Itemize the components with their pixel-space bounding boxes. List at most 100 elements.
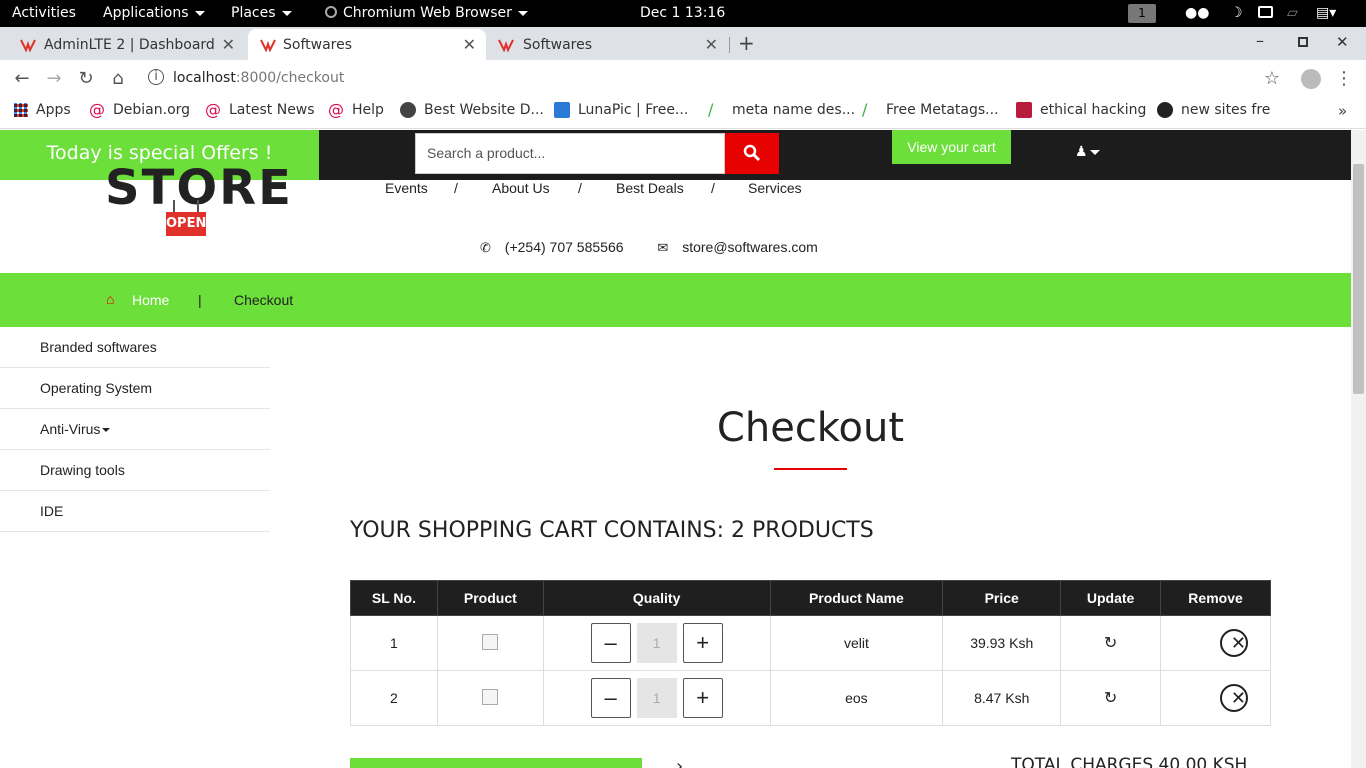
applications-label: Applications: [103, 5, 189, 21]
workspace-indicator[interactable]: 1: [1128, 4, 1156, 23]
star-icon[interactable]: ☆: [1261, 68, 1283, 90]
bookmark-lunapic[interactable]: LunaPic | Free...: [554, 102, 688, 118]
remove-cell: ✕: [1160, 670, 1271, 726]
scrollbar-thumb[interactable]: [1353, 164, 1364, 394]
bookmark-label: Best Website D...: [424, 102, 544, 118]
bookmark-label: ethical hacking: [1040, 102, 1147, 118]
close-window-icon[interactable]: ✕: [1336, 33, 1349, 51]
night-mode-icon[interactable]: ☽: [1230, 5, 1243, 21]
home-icon[interactable]: ⌂: [107, 68, 129, 90]
breadcrumb-home[interactable]: Home: [132, 292, 169, 308]
view-cart-button[interactable]: View your cart: [892, 130, 1011, 164]
tab-softwares[interactable]: Softwares ✕: [488, 29, 728, 60]
bookmark-ethical-hacking[interactable]: ethical hacking: [1016, 102, 1146, 118]
new-tab-icon[interactable]: +: [738, 31, 755, 55]
sidebar-item-label: Anti-Virus: [40, 421, 101, 437]
forward-icon[interactable]: →: [43, 68, 65, 90]
maximize-icon[interactable]: [1298, 37, 1308, 47]
bookmark-new-sites[interactable]: new sites fre: [1157, 102, 1270, 118]
broken-image-icon: [482, 688, 499, 705]
bookmark-debian[interactable]: @ Debian.org: [89, 102, 190, 119]
chevron-down-icon: [102, 428, 111, 433]
home-icon: ⌂: [106, 291, 115, 307]
bookmark-apps[interactable]: Apps: [14, 102, 71, 118]
clock[interactable]: Dec 1 13:16: [640, 5, 725, 21]
sidebar-item-ide[interactable]: IDE: [0, 491, 270, 532]
col-price: Price: [942, 580, 1062, 616]
sidebar-item-drawing-tools[interactable]: Drawing tools: [0, 450, 270, 491]
site-favicon-icon: [260, 39, 276, 52]
globe-icon: [400, 102, 416, 118]
bookmark-best-website[interactable]: Best Website D...: [400, 102, 544, 118]
sidebar-item-operating-system[interactable]: Operating System: [0, 368, 270, 409]
tab-title: Softwares: [283, 36, 353, 53]
email-address[interactable]: store@softwares.com: [682, 239, 818, 255]
search-button[interactable]: [725, 133, 779, 174]
volume-icon[interactable]: ▱: [1287, 5, 1298, 21]
menu-kebab-icon[interactable]: ⋮: [1333, 68, 1355, 90]
info-icon[interactable]: i: [148, 69, 164, 85]
breadcrumb: ⌂ Home | Checkout: [0, 273, 1351, 327]
refresh-icon[interactable]: ↻: [1104, 635, 1117, 652]
bookmark-help[interactable]: @ Help: [328, 102, 384, 119]
back-icon[interactable]: ←: [11, 68, 33, 90]
activities-button[interactable]: Activities: [12, 5, 76, 21]
debian-swirl-icon: @: [205, 100, 221, 119]
nav-events[interactable]: Events: [385, 180, 428, 196]
nav-services[interactable]: Services: [748, 180, 802, 196]
slash-icon: /: [708, 100, 714, 119]
remove-circle-x-icon[interactable]: ✕: [1220, 684, 1248, 712]
bookmarks-bar: Apps @ Debian.org @ Latest News @ Help B…: [0, 98, 1366, 129]
search-icon: [743, 144, 761, 162]
table-row: 2 –1 + eos 8.47 Ksh ↻ ✕: [350, 670, 1271, 726]
profile-avatar-icon[interactable]: [1301, 69, 1321, 89]
bookmarks-overflow-icon[interactable]: »: [1338, 102, 1347, 120]
chevron-right-icon[interactable]: ›: [676, 756, 683, 768]
quantity-field[interactable]: 1: [636, 678, 677, 718]
sidebar-item-branded-softwares[interactable]: Branded softwares: [0, 327, 270, 368]
refresh-icon[interactable]: ↻: [1104, 690, 1117, 707]
people-icon[interactable]: ●●: [1185, 5, 1209, 21]
nav-separator: /: [578, 180, 582, 196]
browser-tab-strip: AdminLTE 2 | Dashboard ✕ Softwares ✕ Sof…: [0, 27, 1366, 60]
category-sidebar: Branded softwares Operating System Anti-…: [0, 327, 270, 532]
product-image-cell: [436, 615, 544, 671]
increase-quantity-button[interactable]: +: [682, 678, 723, 718]
increase-quantity-button[interactable]: +: [682, 623, 723, 663]
continue-shopping-button[interactable]: [350, 758, 642, 768]
display-icon[interactable]: [1258, 6, 1273, 18]
quantity-field[interactable]: 1: [636, 623, 677, 663]
close-icon[interactable]: ✕: [222, 35, 235, 54]
decrease-quantity-button[interactable]: –: [590, 623, 631, 663]
close-icon[interactable]: ✕: [705, 35, 718, 54]
search-input[interactable]: Search a product...: [415, 133, 725, 174]
address-bar[interactable]: localhost:8000/checkout: [173, 70, 344, 86]
minimize-icon[interactable]: –: [1256, 31, 1264, 50]
remove-circle-x-icon[interactable]: ✕: [1220, 629, 1248, 657]
tab-adminlte[interactable]: AdminLTE 2 | Dashboard ✕: [0, 29, 245, 60]
phone-number: (+254) 707 585566: [504, 239, 624, 255]
url-host: localhost: [173, 70, 236, 86]
nav-best-deals[interactable]: Best Deals: [616, 180, 684, 196]
update-cell: ↻: [1060, 615, 1162, 671]
bookmark-latest-news[interactable]: @ Latest News: [205, 100, 315, 119]
tab-softwares-active[interactable]: Softwares ✕: [248, 29, 486, 60]
remove-cell: ✕: [1160, 615, 1271, 671]
reload-icon[interactable]: ↻: [75, 68, 97, 90]
browser-app-menu[interactable]: Chromium Web Browser: [325, 5, 528, 21]
system-menu-icon[interactable]: ▤▾: [1316, 5, 1336, 21]
close-icon[interactable]: ✕: [463, 35, 476, 54]
cart-heading: YOUR SHOPPING CART CONTAINS: 2 PRODUCTS: [350, 518, 874, 543]
applications-menu[interactable]: Applications: [103, 5, 205, 21]
decrease-quantity-button[interactable]: –: [590, 678, 631, 718]
bookmark-free-metatags[interactable]: / Free Metatags...: [862, 102, 999, 119]
product-name-cell: eos: [769, 670, 944, 726]
system-top-bar: Activities Applications Places Chromium …: [0, 0, 1366, 27]
places-menu[interactable]: Places: [231, 5, 292, 21]
sidebar-item-anti-virus[interactable]: Anti-Virus: [0, 409, 270, 450]
browser-label: Chromium Web Browser: [343, 5, 512, 21]
web-page: Today is special Offers ! Search a produ…: [0, 130, 1351, 768]
nav-about-us[interactable]: About Us: [492, 180, 550, 196]
user-menu[interactable]: ♟: [1075, 144, 1100, 160]
bookmark-meta-name[interactable]: / meta name des...: [708, 100, 855, 119]
